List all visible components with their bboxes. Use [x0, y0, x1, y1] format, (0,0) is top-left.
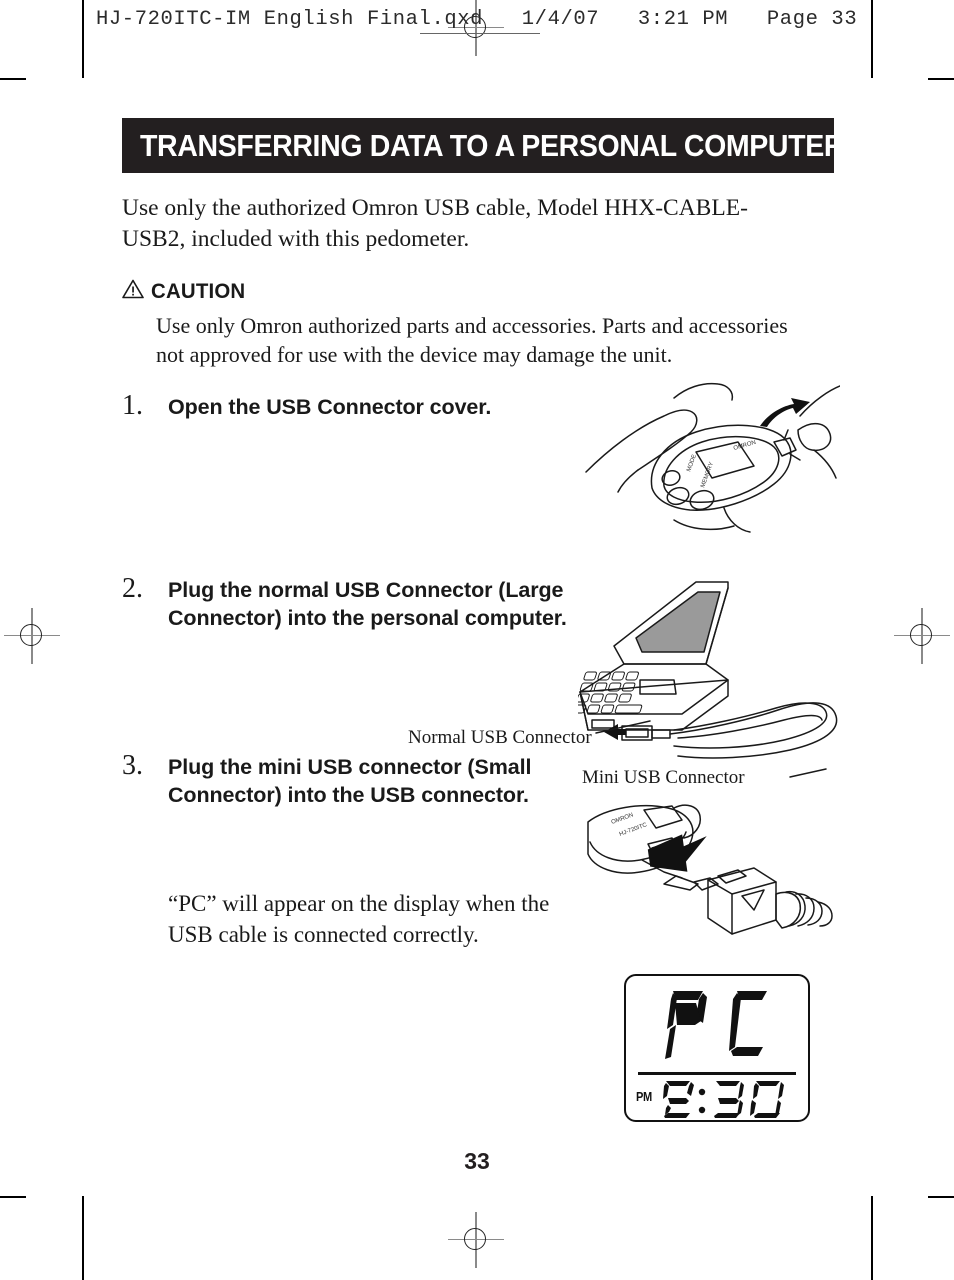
intro-paragraph: Use only the authorized Omron USB cable,…: [122, 195, 748, 253]
svg-text:MODE: MODE: [686, 454, 698, 473]
page-title: TRANSFERRING DATA TO A PERSONAL COMPUTER: [140, 127, 845, 163]
registration-mark-left: [4, 608, 60, 664]
illustration-pedometer-open-cover: OMRON MEMORY MODE: [578, 380, 841, 545]
trim-mark-bottom-left-horizontal: [0, 1196, 26, 1198]
caution-label: CAUTION: [151, 279, 246, 304]
header-rule: [420, 33, 540, 35]
svg-text:OMRON: OMRON: [611, 812, 635, 826]
file-header-text: HJ-720ITC-IM English Final.qxd 1/4/07 3:…: [96, 8, 858, 31]
step-text: Open the USB Connector cover.: [168, 395, 492, 420]
lcd-main-readout: [626, 982, 808, 1066]
pc-display-note: “PC” will appear on the display when the…: [168, 890, 550, 947]
registration-mark-bottom: [448, 1212, 504, 1268]
trim-mark-bottom-right-horizontal: [928, 1196, 954, 1198]
section-title-banner: TRANSFERRING DATA TO A PERSONAL COMPUTER: [122, 118, 844, 173]
trim-mark-top-left-vertical: [82, 0, 84, 78]
lcd-pm-indicator: PM: [636, 1088, 652, 1104]
caution-block: CAUTION Use only Omron authorized parts …: [122, 279, 834, 370]
trim-mark-top-right-horizontal: [928, 78, 954, 80]
lcd-display: PM: [624, 974, 810, 1122]
warning-triangle-icon: [122, 279, 144, 305]
lcd-time-segments: [662, 1081, 784, 1118]
svg-text:MEMORY: MEMORY: [700, 461, 715, 488]
trim-mark-bottom-left-vertical: [82, 1196, 84, 1280]
step-text: Plug the normal USB Connector (Large Con…: [168, 577, 567, 630]
lcd-segment-p: [665, 991, 707, 1059]
step-number: 1.: [122, 390, 143, 422]
trim-mark-top-right-vertical: [871, 0, 873, 78]
page-canvas: HJ-720ITC-IM English Final.qxd 1/4/07 3:…: [0, 0, 954, 1280]
registration-mark-right: [894, 608, 950, 664]
svg-text:HJ-720ITC: HJ-720ITC: [619, 822, 649, 838]
illustration-mini-usb-connect: OMRON HJ-720ITC: [586, 798, 834, 975]
registration-ring: [20, 624, 42, 646]
lcd-divider-line: [638, 1072, 796, 1075]
step-number: 3.: [122, 749, 143, 781]
caution-heading: CAUTION: [122, 279, 834, 305]
trim-mark-bottom-right-vertical: [871, 1196, 873, 1280]
page-number: 33: [464, 1148, 490, 1174]
step-number: 2.: [122, 572, 143, 604]
lcd-time-row: PM: [636, 1078, 800, 1120]
registration-ring: [910, 624, 932, 646]
lcd-segment-c: [729, 991, 767, 1056]
registration-ring: [464, 1228, 486, 1250]
trim-mark-top-left-horizontal: [0, 78, 26, 80]
caution-body-text: Use only Omron authorized parts and acce…: [156, 312, 788, 367]
